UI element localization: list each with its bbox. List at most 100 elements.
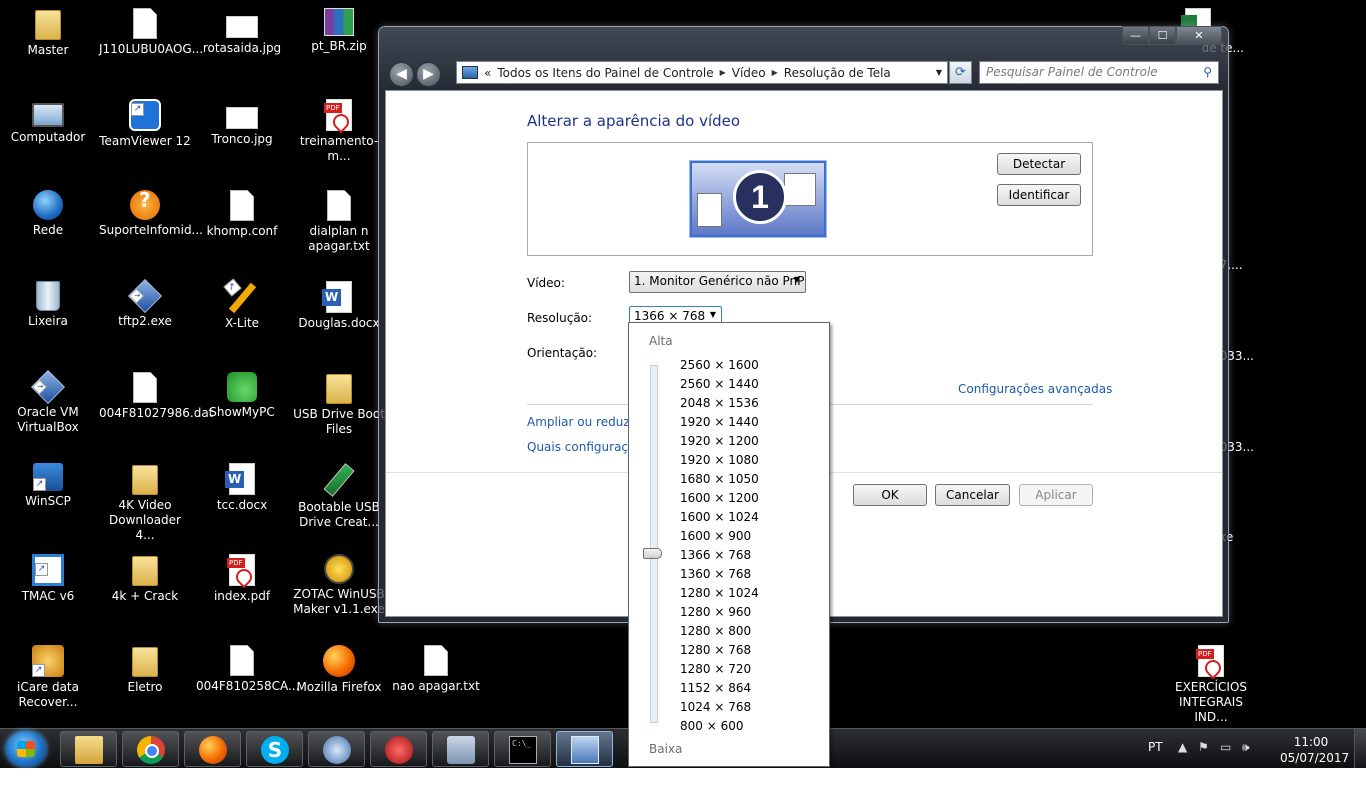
taskbar-calculator[interactable]: [432, 731, 489, 767]
desktop-icon[interactable]: Eletro: [97, 645, 193, 695]
network-status-icon[interactable]: ▭: [1220, 740, 1231, 754]
breadcrumb-overflow[interactable]: «: [484, 66, 491, 80]
resolution-option[interactable]: 1280 × 768: [680, 641, 759, 660]
resolution-option[interactable]: 1920 × 1080: [680, 451, 759, 470]
resolution-option[interactable]: 1024 × 768: [680, 698, 759, 717]
desktop-icon[interactable]: tcc.docx: [194, 463, 290, 513]
address-bar[interactable]: « Todos os Itens do Painel de Controle ▶…: [456, 61, 948, 84]
desktop-icon[interactable]: Rede: [0, 190, 96, 238]
resolution-option[interactable]: 1920 × 1200: [680, 432, 759, 451]
apply-button[interactable]: Aplicar: [1019, 484, 1093, 506]
desktop-icon[interactable]: USB Drive Boot Files: [291, 372, 387, 437]
search-input[interactable]: Pesquisar Painel de Controle ⚲: [979, 61, 1219, 84]
detect-button[interactable]: Detectar: [997, 153, 1081, 175]
desktop-icon[interactable]: TMAC v6: [0, 554, 96, 604]
taskbar-red-app[interactable]: [370, 731, 427, 767]
desktop-icon[interactable]: EXERCÍCIOS INTEGRAIS IND...: [1163, 645, 1259, 725]
breadcrumb-video[interactable]: Vídeo: [732, 66, 766, 80]
taskbar-skype[interactable]: S: [246, 731, 303, 767]
start-button[interactable]: [6, 731, 46, 767]
desktop-icon-label: Tronco.jpg: [211, 132, 273, 146]
resolution-option[interactable]: 1280 × 720: [680, 660, 759, 679]
volume-icon[interactable]: 🕪: [1242, 740, 1250, 755]
desktop-icon[interactable]: khomp.conf: [194, 190, 290, 239]
breadcrumb-all-items[interactable]: Todos os Itens do Painel de Controle: [497, 66, 713, 80]
video-select[interactable]: 1. Monitor Genérico não PnP ▼: [629, 271, 806, 293]
desktop-icon[interactable]: pt_BR.zip: [291, 8, 387, 54]
resolution-option[interactable]: 1920 × 1440: [680, 413, 759, 432]
maximize-button[interactable]: ☐: [1149, 26, 1176, 45]
desktop-icon[interactable]: Mozilla Firefox: [291, 645, 387, 695]
desktop-icon[interactable]: rotasaida.jpg: [194, 8, 290, 56]
taskbar-display-settings[interactable]: [556, 731, 613, 767]
resolution-option[interactable]: 1600 × 900: [680, 527, 759, 546]
desktop-icon[interactable]: ZOTAC WinUSB Maker v1.1.exe: [291, 554, 387, 617]
desktop-icon[interactable]: 004F810258CA....: [194, 645, 303, 694]
forward-button[interactable]: ▶: [416, 62, 441, 87]
resolution-option[interactable]: 1360 × 768: [680, 565, 759, 584]
resolution-option[interactable]: 1600 × 1024: [680, 508, 759, 527]
desktop-icon[interactable]: tftp2.exe: [97, 279, 193, 329]
resolution-option[interactable]: 1280 × 960: [680, 603, 759, 622]
taskbar-network-app[interactable]: [308, 731, 365, 767]
resolution-option[interactable]: 1366 × 768: [680, 546, 759, 565]
resolution-option[interactable]: 1152 × 864: [680, 679, 759, 698]
refresh-button[interactable]: ⟳: [949, 61, 972, 84]
show-hidden-icons-icon[interactable]: ▲: [1178, 740, 1187, 754]
breadcrumb-separator-icon[interactable]: ▶: [772, 68, 778, 77]
resolution-slider-thumb[interactable]: [643, 548, 662, 559]
desktop-icon[interactable]: 4K Video Downloader 4...: [97, 463, 193, 543]
desktop-icon[interactable]: J110LUBU0AOG...: [97, 8, 203, 57]
resolution-option[interactable]: 1600 × 1200: [680, 489, 759, 508]
desktop-icon[interactable]: Master: [0, 8, 96, 58]
resolution-option[interactable]: 2048 × 1536: [680, 394, 759, 413]
back-button[interactable]: ◀: [389, 62, 414, 87]
taskbar-firefox[interactable]: [184, 731, 241, 767]
monitor-icon[interactable]: 1: [690, 161, 826, 237]
desktop-icon[interactable]: Computador: [0, 99, 96, 145]
resolution-option[interactable]: 1280 × 800: [680, 622, 759, 641]
breadcrumb-separator-icon[interactable]: ▶: [720, 68, 726, 77]
breadcrumb-screen-resolution[interactable]: Resolução de Tela: [784, 66, 891, 80]
identify-button[interactable]: Identificar: [997, 184, 1081, 206]
cancel-button[interactable]: Cancelar: [935, 484, 1010, 506]
resolution-option[interactable]: 2560 × 1600: [680, 356, 759, 375]
desktop-icon[interactable]: Douglas.docx: [291, 281, 387, 331]
desktop-icon[interactable]: X-Lite: [194, 281, 290, 331]
resolution-slider-track[interactable]: [650, 365, 658, 723]
advanced-settings-link[interactable]: Configurações avançadas: [958, 382, 1112, 396]
taskbar-chrome[interactable]: [122, 731, 179, 767]
search-icon[interactable]: ⚲: [1203, 65, 1212, 79]
desktop-icon[interactable]: TeamViewer 12: [97, 99, 193, 149]
desktop-icon[interactable]: Bootable USB Drive Creat...: [291, 463, 387, 530]
action-center-flag-icon[interactable]: ⚑: [1198, 740, 1209, 754]
desktop-icon[interactable]: treinamento-m...: [291, 99, 387, 164]
desktop-icon[interactable]: SuporteInfomid...: [97, 190, 203, 238]
desktop-icon[interactable]: Oracle VM VirtualBox: [0, 370, 96, 435]
desktop-icon[interactable]: index.pdf: [194, 554, 290, 604]
chevron-down-icon[interactable]: ▼: [931, 68, 947, 77]
resolution-option[interactable]: 800 × 600: [680, 717, 759, 736]
close-button[interactable]: ✕: [1176, 26, 1222, 45]
desktop-icon[interactable]: dialplan n apagar.txt: [291, 190, 387, 254]
clock[interactable]: 11:00 05/07/2017: [1280, 734, 1349, 766]
desktop-icon[interactable]: iCare data Recover...: [0, 645, 96, 710]
which-settings-link[interactable]: Quais configuraçõe: [527, 440, 643, 454]
desktop-icon[interactable]: ShowMyPC: [194, 372, 290, 420]
resolution-option[interactable]: 2560 × 1440: [680, 375, 759, 394]
language-indicator[interactable]: PT: [1148, 740, 1163, 754]
taskbar-cmd[interactable]: C:\_: [494, 731, 551, 767]
desktop-icon[interactable]: nao apagar.txt: [388, 645, 484, 694]
desktop-icon[interactable]: WinSCP: [0, 463, 96, 509]
desktop-icon[interactable]: Lixeira: [0, 281, 96, 329]
minimize-button[interactable]: —: [1122, 26, 1149, 45]
ok-button[interactable]: OK: [853, 484, 927, 506]
resolution-option[interactable]: 1680 × 1050: [680, 470, 759, 489]
desktop-icon[interactable]: 004F81027986.dat: [97, 372, 213, 421]
taskbar-explorer[interactable]: [60, 731, 117, 767]
desktop-icon[interactable]: 4k + Crack: [97, 554, 193, 604]
show-desktop-button[interactable]: [1354, 729, 1366, 768]
desktop-icon[interactable]: Tronco.jpg: [194, 99, 290, 147]
resolution-option[interactable]: 1280 × 1024: [680, 584, 759, 603]
resolution-dropdown[interactable]: Alta 2560 × 1600 2560 × 1440 2048 × 1536 19…: [628, 322, 830, 767]
